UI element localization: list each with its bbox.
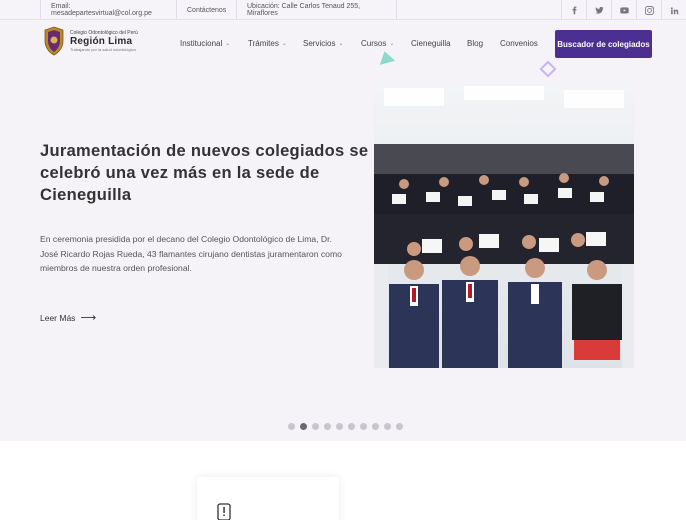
nav-cieneguilla[interactable]: Cieneguilla — [411, 39, 451, 48]
carousel-dot[interactable] — [288, 423, 295, 430]
nav-label: Institucional — [180, 39, 223, 48]
carousel-dots — [288, 423, 408, 430]
facebook-icon[interactable] — [561, 0, 586, 20]
site-logo[interactable]: Colegio Odontológico del Perú Región Lim… — [43, 26, 138, 56]
email-text: Email: mesadepartesvirtual@col.org.pe — [51, 3, 152, 17]
nav-servicios[interactable]: Servicios ⌄ — [303, 39, 343, 48]
chevron-down-icon: ⌄ — [281, 41, 287, 47]
chevron-down-icon: ⌄ — [225, 41, 231, 47]
chevron-down-icon: ⌄ — [389, 41, 395, 47]
nav-blog[interactable]: Blog — [467, 39, 483, 48]
chevron-down-icon: ⌄ — [338, 41, 344, 47]
service-card[interactable] — [197, 477, 339, 520]
hero-title: Juramentación de nuevos colegiados se ce… — [40, 142, 369, 204]
topbar-contact[interactable]: Contáctenos — [177, 0, 237, 20]
topbar-email[interactable]: Email: mesadepartesvirtual@col.org.pe — [40, 0, 177, 20]
carousel-dot[interactable] — [312, 423, 319, 430]
carousel-dot[interactable] — [396, 423, 403, 430]
hero-description: En ceremonia presidida por el decano del… — [40, 234, 342, 273]
carousel-dot[interactable] — [360, 423, 367, 430]
nav-label: Cursos — [361, 39, 387, 48]
twitter-icon[interactable] — [586, 0, 611, 20]
carousel-dot[interactable] — [372, 423, 379, 430]
read-more-link[interactable]: Leer Más ⟶ — [40, 311, 96, 324]
top-bar: Email: mesadepartesvirtual@col.org.pe Co… — [0, 0, 686, 20]
youtube-icon[interactable] — [611, 0, 636, 20]
social-links — [561, 0, 686, 20]
carousel-dot[interactable] — [336, 423, 343, 430]
linkedin-icon[interactable] — [661, 0, 686, 20]
hero-photo — [374, 84, 634, 368]
logo-main-text: Región Lima — [70, 36, 133, 47]
nav-convenios[interactable]: Convenios — [500, 39, 538, 48]
carousel-dot[interactable] — [300, 423, 307, 430]
contact-link[interactable]: Contáctenos — [187, 7, 226, 14]
nav-institucional[interactable]: Institucional ⌄ — [180, 39, 230, 48]
instagram-icon[interactable] — [636, 0, 661, 20]
phone-alert-icon — [217, 503, 231, 520]
crest-logo-icon — [44, 26, 64, 56]
topbar-location: Ubicación: Calle Carlos Tenaud 255, Mira… — [237, 0, 397, 20]
nav-label: Convenios — [500, 39, 538, 48]
read-more-label: Leer Más — [40, 312, 76, 323]
search-members-button[interactable]: Buscador de colegiados — [555, 30, 652, 58]
nav-label: Servicios — [303, 39, 336, 48]
carousel-dot[interactable] — [384, 423, 391, 430]
logo-sub-text: Trabajando por la salud odontológica — [70, 47, 136, 52]
location-text: Ubicación: Calle Carlos Tenaud 255, Mira… — [247, 3, 361, 17]
carousel-dot[interactable] — [348, 423, 355, 430]
nav-label: Cieneguilla — [411, 39, 451, 48]
services-section — [0, 441, 686, 520]
nav-label: Trámites — [248, 39, 279, 48]
nav-tramites[interactable]: Trámites ⌄ — [248, 39, 287, 48]
nav-label: Blog — [467, 39, 484, 48]
nav-cursos[interactable]: Cursos ⌄ — [361, 39, 394, 48]
carousel-dot[interactable] — [324, 423, 331, 430]
arrow-right-icon: ⟶ — [80, 312, 97, 324]
